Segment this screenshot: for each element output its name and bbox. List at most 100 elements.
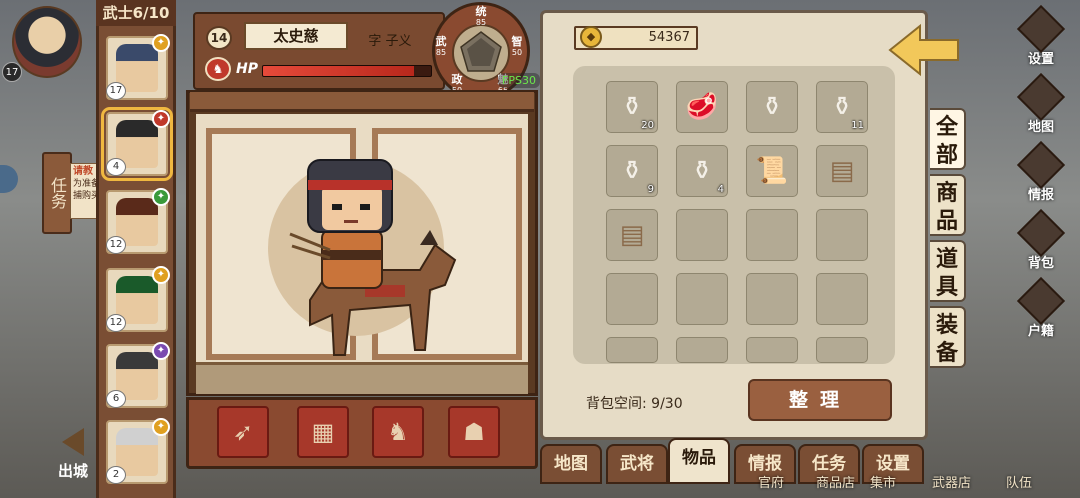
item-quantity: 9 bbox=[647, 184, 654, 195]
hp-label: HP bbox=[236, 61, 258, 77]
inventory-slot[interactable]: ⚱ 11 bbox=[816, 81, 868, 133]
hero-class-icon: ✦ bbox=[152, 34, 170, 52]
hero-card[interactable]: 2 ✦ bbox=[106, 418, 170, 484]
town-shortcut-label: 队伍 bbox=[1006, 476, 1033, 491]
menu-icon bbox=[1016, 276, 1066, 326]
fps-counter: FPS30 bbox=[498, 73, 540, 88]
side-menu-item[interactable]: 户籍 bbox=[1016, 276, 1066, 339]
bottom-tab[interactable]: 地图 bbox=[540, 444, 602, 484]
menu-icon bbox=[1016, 4, 1066, 54]
hero-level: 4 bbox=[106, 158, 126, 176]
category-tab[interactable]: 装备 bbox=[930, 306, 966, 368]
hero-on-horse-image bbox=[289, 159, 457, 356]
hero-card[interactable]: 17 ✦ bbox=[106, 34, 170, 100]
hp-bar-fill bbox=[263, 66, 415, 76]
town-shortcut-label: 武器店 bbox=[932, 476, 972, 491]
back-arrow-icon[interactable] bbox=[888, 22, 962, 78]
crate-icon: ▤ bbox=[829, 156, 855, 186]
leader-avatar[interactable] bbox=[12, 6, 82, 78]
inventory-slot[interactable] bbox=[676, 337, 728, 363]
character-level: 14 bbox=[206, 26, 232, 50]
scroll-icon: 📜 bbox=[755, 156, 789, 186]
hero-class-icon: ✦ bbox=[152, 418, 170, 436]
horse-icon[interactable]: ♞ bbox=[372, 406, 424, 458]
hero-card[interactable]: 6 ✦ bbox=[106, 342, 170, 408]
crate-icon: ▤ bbox=[619, 220, 645, 250]
menu-icon bbox=[1016, 140, 1066, 190]
roster-title: 武士6/10 bbox=[96, 0, 176, 26]
hero-card[interactable]: 12 ✦ bbox=[106, 266, 170, 332]
inventory-slot[interactable] bbox=[676, 209, 728, 261]
hero-level: 12 bbox=[106, 314, 126, 332]
bag-space-value: 9/30 bbox=[651, 396, 683, 412]
inventory-slot[interactable] bbox=[816, 273, 868, 325]
inventory-slot[interactable] bbox=[746, 273, 798, 325]
item-quantity: 20 bbox=[641, 120, 654, 131]
gold-amount: 54367 bbox=[648, 30, 690, 45]
town-shortcut-label: 商品店 bbox=[816, 476, 856, 491]
hero-level: 17 bbox=[106, 82, 126, 100]
sort-button[interactable]: 整理 bbox=[748, 379, 892, 421]
side-badge bbox=[0, 165, 18, 193]
back-arrow-icon bbox=[62, 428, 84, 456]
armor-icon[interactable]: ▦ bbox=[297, 406, 349, 458]
portrait-roof bbox=[190, 92, 534, 112]
exit-city-label: 出城 bbox=[58, 462, 89, 480]
category-tab[interactable]: 商品 bbox=[930, 174, 966, 236]
town-shortcut-label: 集市 bbox=[870, 476, 897, 491]
inventory-slot[interactable] bbox=[606, 337, 658, 363]
category-tab[interactable]: 全部 bbox=[930, 108, 966, 170]
town-shortcuts: 官府 商品店 集市 武器店 队伍 bbox=[720, 470, 1080, 498]
inventory-slot[interactable] bbox=[676, 273, 728, 325]
bottom-tab[interactable]: 武将 bbox=[606, 444, 668, 484]
inventory-slot[interactable]: ⚱ 9 bbox=[606, 145, 658, 197]
coin-icon: ◆ bbox=[580, 26, 602, 48]
stat-tong: 统 85 bbox=[475, 5, 487, 27]
inventory-slot[interactable]: ▤ bbox=[816, 145, 868, 197]
hero-card[interactable]: 12 ✦ bbox=[106, 188, 170, 254]
hero-level: 12 bbox=[106, 236, 126, 254]
inventory-slot[interactable] bbox=[816, 209, 868, 261]
bag-space: 背包空间: 9/30 bbox=[586, 393, 683, 413]
helmet-icon[interactable]: ☗ bbox=[448, 406, 500, 458]
inventory-slot[interactable]: 📜 bbox=[746, 145, 798, 197]
inventory-slot[interactable]: ▤ bbox=[606, 209, 658, 261]
leader-level-badge: 17 bbox=[2, 62, 22, 82]
hero-card[interactable]: 4 ✦ bbox=[101, 107, 173, 181]
stat-wu: 武 85 bbox=[435, 35, 447, 57]
meat-icon: 🥩 bbox=[685, 92, 719, 122]
side-menu-item[interactable]: 地图 bbox=[1016, 72, 1066, 135]
inventory-slot[interactable]: ⚱ 4 bbox=[676, 145, 728, 197]
hero-class-icon: ✦ bbox=[152, 266, 170, 284]
hp-bar bbox=[262, 65, 432, 77]
side-menu-item[interactable]: 背包 bbox=[1016, 208, 1066, 271]
hero-class-icon: ✦ bbox=[152, 110, 170, 128]
horse-head-icon: ♞ bbox=[205, 57, 231, 81]
category-tab[interactable]: 道具 bbox=[930, 240, 966, 302]
quest-tab[interactable]: 任务 bbox=[42, 152, 72, 234]
bow-icon[interactable]: ➶ bbox=[217, 406, 269, 458]
hero-level: 6 bbox=[106, 390, 126, 408]
inventory-slot[interactable] bbox=[816, 337, 868, 363]
character-name: 太史慈 bbox=[244, 22, 348, 50]
pentagon-icon bbox=[460, 31, 502, 72]
menu-icon bbox=[1016, 208, 1066, 258]
inventory-slot[interactable] bbox=[746, 209, 798, 261]
hero-class-icon: ✦ bbox=[152, 342, 170, 360]
menu-icon bbox=[1016, 72, 1066, 122]
item-quantity: 11 bbox=[851, 120, 864, 131]
hero-class-icon: ✦ bbox=[152, 188, 170, 206]
side-menu-item[interactable]: 情报 bbox=[1016, 140, 1066, 203]
town-shortcut-label: 官府 bbox=[758, 476, 785, 491]
bag-space-label: 背包空间: bbox=[586, 396, 647, 412]
bottle-icon: ⚱ bbox=[761, 92, 783, 122]
character-style-name: 字 子义 bbox=[368, 34, 412, 49]
inventory-slot[interactable]: 🥩 bbox=[676, 81, 728, 133]
inventory-slot[interactable]: ⚱ 20 bbox=[606, 81, 658, 133]
stat-zhi: 智 50 bbox=[511, 35, 523, 57]
side-menu-item[interactable]: 设置 bbox=[1016, 4, 1066, 67]
inventory-slot[interactable] bbox=[746, 337, 798, 363]
item-quantity: 4 bbox=[717, 184, 724, 195]
inventory-slot[interactable] bbox=[606, 273, 658, 325]
inventory-slot[interactable]: ⚱ bbox=[746, 81, 798, 133]
